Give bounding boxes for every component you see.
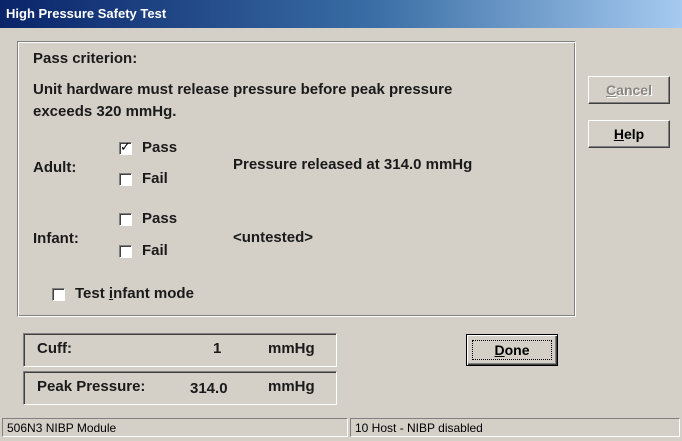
focus-rect xyxy=(472,340,552,360)
test-infant-mode-checkbox[interactable] xyxy=(52,288,65,301)
status-bar: 506N3 NIBP Module 10 Host - NIBP disable… xyxy=(0,415,682,441)
status-left: 506N3 NIBP Module xyxy=(2,418,348,437)
adult-fail-label: Fail xyxy=(142,170,168,187)
adult-result: Pressure released at 314.0 mmHg xyxy=(233,156,473,173)
dialog-window: High Pressure Safety Test Pass criterion… xyxy=(0,0,682,441)
cuff-value: 1 xyxy=(213,340,222,357)
window-title: High Pressure Safety Test xyxy=(6,6,167,21)
criterion-line-1: Unit hardware must release pressure befo… xyxy=(33,81,453,98)
adult-fail-checkbox[interactable] xyxy=(119,173,132,186)
criterion-heading: Pass criterion: xyxy=(33,50,138,67)
help-button[interactable]: Help xyxy=(588,120,670,148)
infant-pass-checkbox[interactable] xyxy=(119,213,132,226)
infant-result: <untested> xyxy=(233,229,314,246)
cuff-unit: mmHg xyxy=(268,340,315,357)
test-infant-mode-label[interactable]: Test infant mode xyxy=(75,285,194,302)
cuff-label: Cuff: xyxy=(37,340,72,357)
infant-label: Infant: xyxy=(33,230,79,247)
infant-fail-checkbox[interactable] xyxy=(119,245,132,258)
check-icon: ✓ xyxy=(120,139,131,154)
peak-pressure-unit: mmHg xyxy=(268,378,315,395)
adult-pass-label: Pass xyxy=(142,139,178,156)
adult-label: Adult: xyxy=(33,159,77,176)
infant-fail-label: Fail xyxy=(142,242,168,259)
done-button[interactable]: Done xyxy=(466,334,558,366)
cancel-button[interactable]: Cancel xyxy=(588,76,670,104)
infant-pass-label: Pass xyxy=(142,210,178,227)
criterion-line-2: exceeds 320 mmHg. xyxy=(33,103,177,120)
title-bar: High Pressure Safety Test xyxy=(0,0,682,28)
peak-pressure-value: 314.0 xyxy=(190,380,228,397)
adult-pass-checkbox[interactable]: ✓ xyxy=(119,139,132,155)
peak-pressure-label: Peak Pressure: xyxy=(37,378,146,395)
status-right: 10 Host - NIBP disabled xyxy=(350,418,680,437)
